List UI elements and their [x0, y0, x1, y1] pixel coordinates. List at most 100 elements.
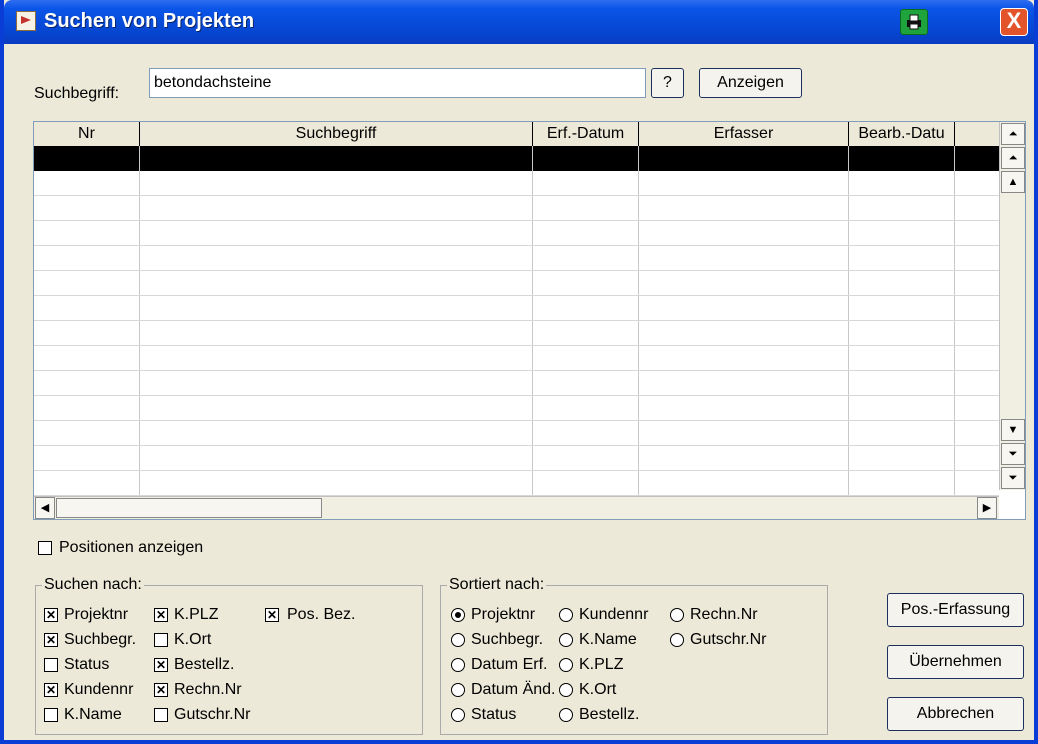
radio-label-datum-erf: Datum Erf. — [471, 656, 548, 673]
radio-label-suchbegr: Suchbegr. — [471, 631, 544, 648]
checkbox-label-projektnr: Projektnr — [64, 606, 129, 623]
search-by-title: Suchen nach: — [42, 576, 144, 594]
help-button[interactable]: ? — [651, 68, 684, 98]
scroll-top-button[interactable]: ⏶ — [1001, 123, 1025, 145]
radio-label-kplz: K.PLZ — [579, 656, 624, 673]
scroll-down-button[interactable]: ▼ — [1001, 419, 1025, 441]
apply-button[interactable]: Übernehmen — [887, 645, 1024, 679]
table-row[interactable] — [34, 396, 999, 421]
window-title: Suchen von Projekten — [44, 10, 255, 32]
radio-sort-status[interactable] — [451, 708, 465, 722]
results-grid[interactable]: Nr Suchbegriff Erf.-Datum Erfasser Bearb… — [33, 121, 1026, 520]
column-header-extra — [955, 122, 999, 146]
pos-entry-button[interactable]: Pos.-Erfassung — [887, 593, 1024, 627]
scroll-bottom-icon: ⏷ — [1008, 472, 1018, 484]
checkbox-label-bestellz: Bestellz. — [174, 656, 235, 673]
radio-label-kort: K.Ort — [579, 681, 617, 698]
checkbox-kundennr[interactable]: ✕ — [44, 683, 58, 697]
checkbox-label-status: Status — [64, 656, 110, 673]
table-row[interactable] — [34, 371, 999, 396]
close-icon: X — [1006, 8, 1022, 33]
table-row[interactable] — [34, 446, 999, 471]
scroll-left-button[interactable]: ◀ — [35, 497, 55, 519]
column-header-bearb-datum[interactable]: Bearb.-Datu — [849, 122, 955, 146]
radio-sort-kname[interactable] — [559, 633, 573, 647]
show-button[interactable]: Anzeigen — [699, 68, 802, 98]
radio-sort-rechnnr[interactable] — [670, 608, 684, 622]
print-button[interactable] — [900, 9, 928, 35]
radio-sort-kort[interactable] — [559, 683, 573, 697]
scroll-right-icon: ▶ — [982, 502, 992, 514]
radio-label-rechnnr: Rechn.Nr — [690, 606, 758, 623]
checkbox-bestellz[interactable]: ✕ — [154, 658, 168, 672]
radio-label-status: Status — [471, 706, 517, 723]
scroll-up-icon: ▲ — [1007, 176, 1019, 188]
scroll-up-button[interactable]: ▲ — [1001, 171, 1025, 193]
show-positions-checkbox[interactable] — [38, 541, 52, 555]
radio-sort-datum-erf[interactable] — [451, 658, 465, 672]
scroll-top-icon: ⏶ — [1008, 128, 1018, 140]
scroll-down-icon: ▼ — [1007, 424, 1019, 436]
table-row[interactable] — [34, 421, 999, 446]
scroll-right-button[interactable]: ▶ — [977, 497, 997, 519]
search-input[interactable]: betondachsteine — [149, 68, 646, 98]
checkbox-label-gutschrnr: Gutschr.Nr — [174, 706, 251, 723]
sorted-by-title: Sortiert nach: — [447, 576, 547, 594]
radio-label-projektnr: Projektnr — [471, 606, 536, 623]
checkbox-status[interactable] — [44, 658, 58, 672]
cancel-button[interactable]: Abbrechen — [887, 697, 1024, 731]
table-row[interactable] — [34, 196, 999, 221]
column-header-suchbegriff[interactable]: Suchbegriff — [140, 122, 533, 146]
checkbox-gutschrnr[interactable] — [154, 708, 168, 722]
search-input-value: betondachsteine — [154, 74, 272, 91]
radio-label-kname: K.Name — [579, 631, 637, 648]
checkbox-label-suchbegr: Suchbegr. — [64, 631, 137, 648]
table-row-selected[interactable] — [34, 146, 999, 171]
radio-label-datum-aend: Datum Änd. — [471, 681, 556, 698]
checkbox-projektnr[interactable]: ✕ — [44, 608, 58, 622]
radio-sort-datum-aend[interactable] — [451, 683, 465, 697]
column-header-nr[interactable]: Nr — [34, 122, 140, 146]
checkbox-kort[interactable] — [154, 633, 168, 647]
printer-icon — [907, 14, 921, 30]
sorted-by-group: Sortiert nach: Projektnr Suchbegr. Datum… — [440, 576, 828, 735]
checkbox-label-kort: K.Ort — [174, 631, 212, 648]
radio-sort-kundennr[interactable] — [559, 608, 573, 622]
grid-rows — [34, 146, 999, 496]
table-row[interactable] — [34, 471, 999, 496]
column-header-erfasser[interactable]: Erfasser — [639, 122, 849, 146]
close-button[interactable]: X — [1000, 8, 1028, 36]
radio-label-kundennr: Kundennr — [579, 606, 649, 623]
checkbox-label-kplz: K.PLZ — [174, 606, 219, 623]
radio-label-bestellz: Bestellz. — [579, 706, 640, 723]
scroll-bottom-button[interactable]: ⏷ — [1001, 467, 1025, 489]
checkbox-suchbegr[interactable]: ✕ — [44, 633, 58, 647]
table-row[interactable] — [34, 171, 999, 196]
scroll-page-up-button[interactable]: ⏶ — [1001, 147, 1025, 169]
horizontal-scroll-thumb[interactable] — [56, 498, 322, 518]
table-row[interactable] — [34, 321, 999, 346]
table-row[interactable] — [34, 296, 999, 321]
grid-header: Nr Suchbegriff Erf.-Datum Erfasser Bearb… — [34, 122, 999, 147]
checkbox-kplz[interactable]: ✕ — [154, 608, 168, 622]
checkbox-label-rechnnr: Rechn.Nr — [174, 681, 242, 698]
dialog-window: Suchen von Projekten X Suchbegriff: beto… — [0, 0, 1038, 744]
checkbox-pos-bez[interactable]: ✕ — [265, 608, 279, 622]
title-bar[interactable]: Suchen von Projekten X — [4, 0, 1034, 44]
radio-sort-kplz[interactable] — [559, 658, 573, 672]
table-row[interactable] — [34, 221, 999, 246]
table-row[interactable] — [34, 346, 999, 371]
vertical-scrollbar[interactable]: ⏶ ⏶ ▲ ▼ ⏷ ⏷ — [999, 122, 1025, 490]
radio-sort-gutschrnr[interactable] — [670, 633, 684, 647]
scroll-page-down-button[interactable]: ⏷ — [1001, 443, 1025, 465]
table-row[interactable] — [34, 246, 999, 271]
table-row[interactable] — [34, 271, 999, 296]
radio-sort-suchbegr[interactable] — [451, 633, 465, 647]
radio-sort-projektnr[interactable] — [451, 608, 465, 622]
scroll-left-icon: ◀ — [40, 502, 50, 514]
checkbox-kname[interactable] — [44, 708, 58, 722]
checkbox-rechnnr[interactable]: ✕ — [154, 683, 168, 697]
horizontal-scrollbar[interactable]: ◀ ▶ — [34, 496, 999, 519]
radio-sort-bestellz[interactable] — [559, 708, 573, 722]
column-header-erf-datum[interactable]: Erf.-Datum — [533, 122, 639, 146]
